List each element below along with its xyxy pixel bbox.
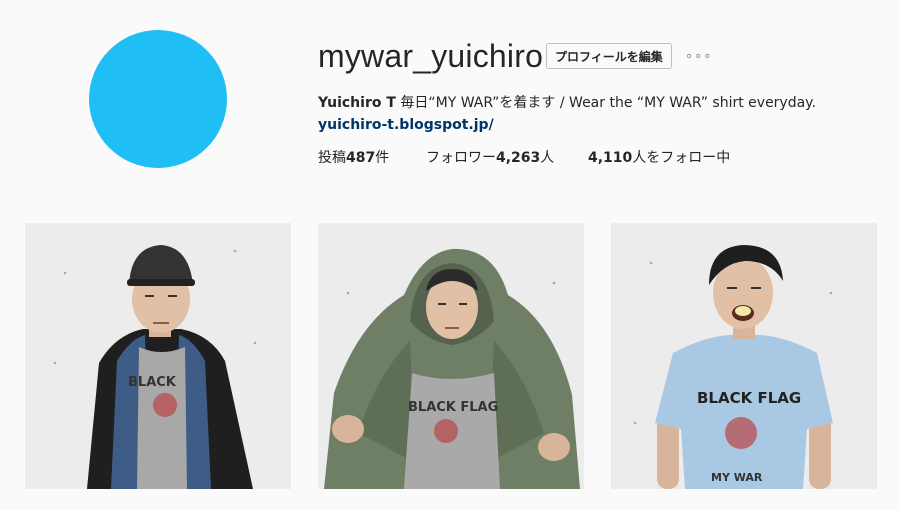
post-photo-1: BLACK bbox=[25, 223, 291, 489]
post-thumbnail-3[interactable]: BLACK FLAG MY WAR bbox=[611, 223, 877, 489]
posts-count: 487 bbox=[346, 150, 376, 166]
post-thumbnail-1[interactable]: BLACK bbox=[25, 223, 291, 489]
post-photo-2: BLACK FLAG bbox=[318, 223, 584, 489]
post-thumbnail-2[interactable]: BLACK FLAG bbox=[318, 223, 584, 489]
profile-full-name: Yuichiro T bbox=[318, 95, 396, 111]
profile-bio: Yuichiro T 毎日“MY WAR”を着ます / Wear the “MY… bbox=[318, 92, 870, 136]
profile-bio-text: 毎日“MY WAR”を着ます / Wear the “MY WAR” shirt… bbox=[395, 95, 816, 111]
post-photo-3: BLACK FLAG MY WAR bbox=[611, 223, 877, 489]
followers-count: 4,263 bbox=[496, 150, 541, 166]
post-3-shirt-subtext: MY WAR bbox=[711, 471, 763, 484]
profile-stats: 投稿487件 フォロワー4,263人 4,110人をフォロー中 bbox=[318, 147, 730, 167]
followers-unit: 人 bbox=[540, 150, 555, 166]
post-1-shirt-print: BLACK bbox=[128, 375, 177, 390]
posts-unit: 件 bbox=[375, 150, 390, 166]
profile-avatar[interactable] bbox=[89, 30, 227, 168]
post-2-shirt-print: BLACK FLAG bbox=[408, 400, 498, 415]
following-count: 4,110 bbox=[588, 150, 633, 166]
profile-website-link[interactable]: yuichiro-t.blogspot.jp/ bbox=[318, 117, 494, 133]
followers-label: フォロワー bbox=[426, 150, 496, 166]
posts-label: 投稿 bbox=[318, 150, 346, 166]
post-3-shirt-print: BLACK FLAG bbox=[697, 389, 801, 407]
posts-count-stat: 投稿487件 bbox=[318, 147, 426, 167]
more-options-icon[interactable]: ∘∘∘ bbox=[685, 48, 712, 64]
followers-stat[interactable]: フォロワー4,263人 bbox=[426, 147, 588, 167]
profile-username: mywar_yuichiro bbox=[318, 38, 544, 74]
edit-profile-button[interactable]: プロフィールを編集 bbox=[546, 43, 672, 69]
following-label: 人をフォロー中 bbox=[632, 150, 731, 166]
following-stat[interactable]: 4,110人をフォロー中 bbox=[588, 147, 730, 167]
